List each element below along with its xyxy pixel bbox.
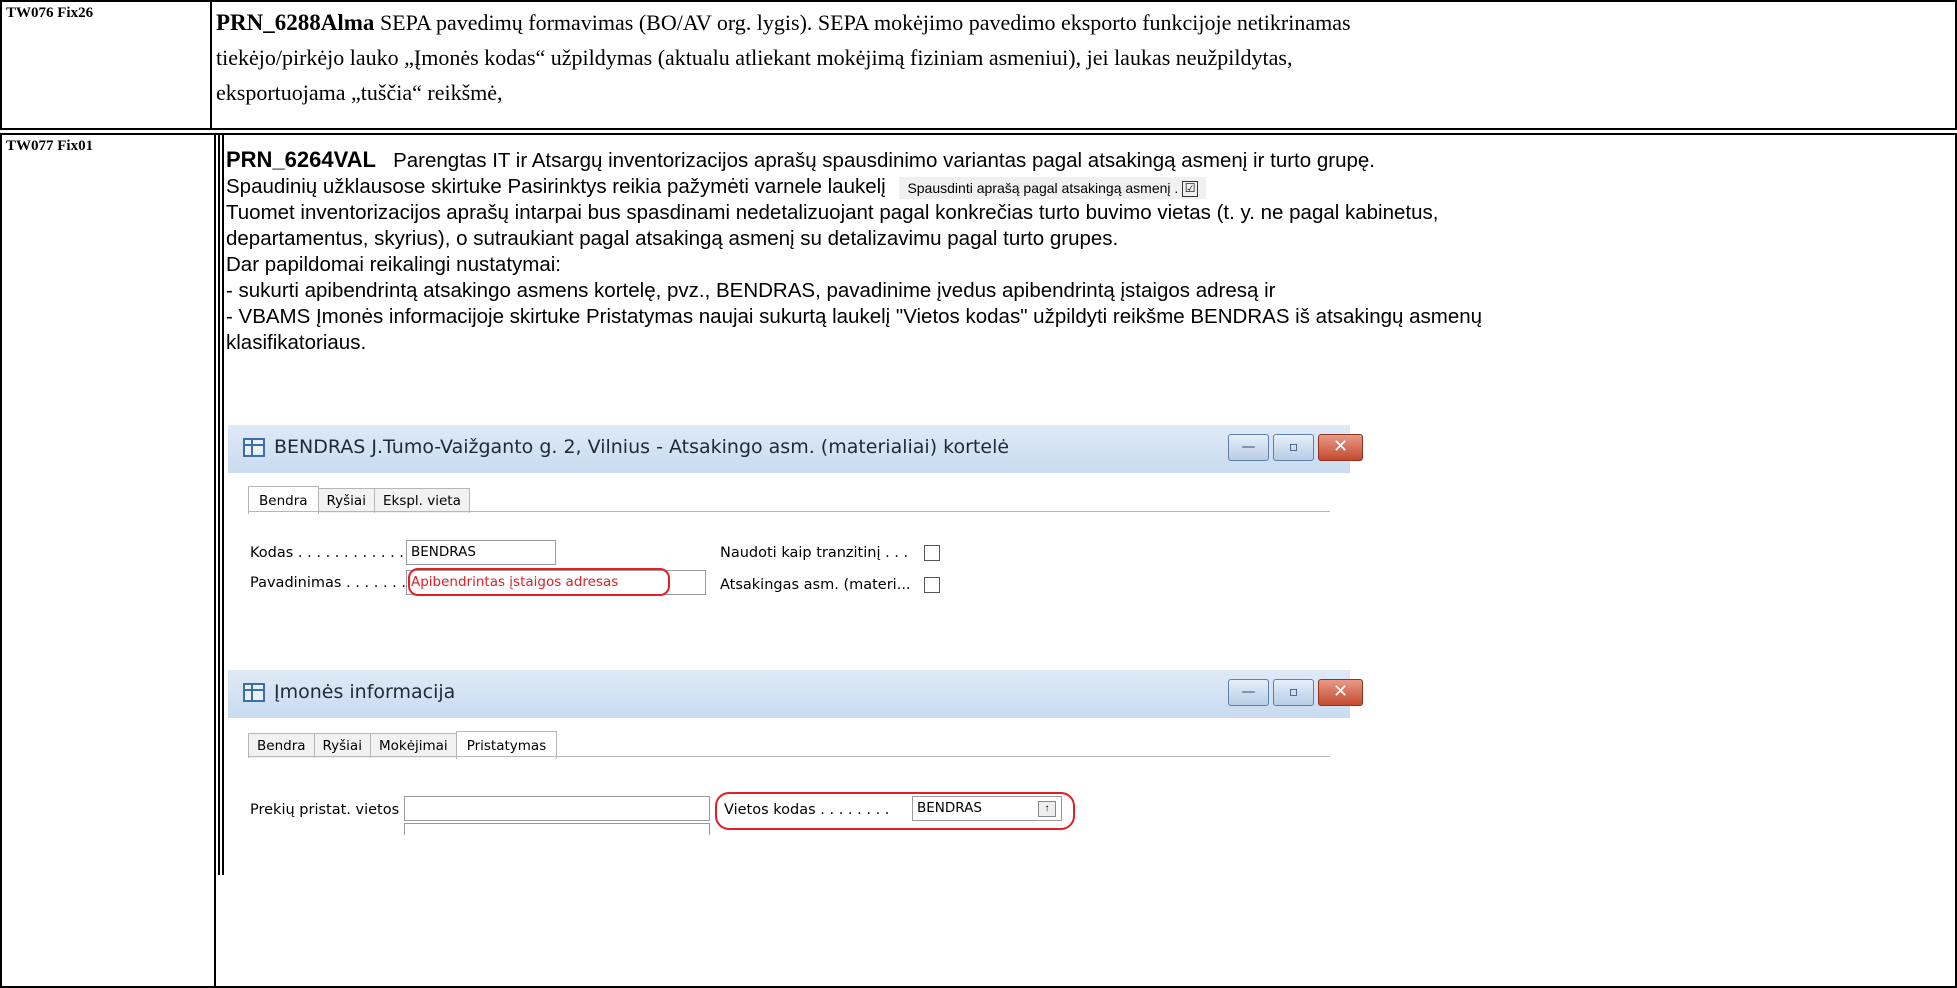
close-button[interactable]: ✕ — [1318, 434, 1363, 461]
checked-checkbox-icon: ☑ — [1182, 180, 1199, 197]
restore-button[interactable]: ▫ — [1273, 434, 1314, 461]
task-code: PRN_6264VAL — [226, 147, 376, 172]
description-line: Parengtas IT ir Atsargų inventorizacijos… — [393, 149, 1375, 172]
row-id-cell: TW076 Fix26 — [2, 2, 212, 128]
highlight-oval — [408, 568, 670, 596]
tab-ekspl-vieta[interactable]: Ekspl. vieta — [373, 488, 470, 513]
prekiu-pristat-field[interactable] — [404, 796, 710, 821]
close-button[interactable]: ✕ — [1318, 679, 1363, 706]
row-description: PRN_6288Alma SEPA pavedimų formavimas (B… — [216, 5, 1936, 110]
cell-divider — [214, 135, 216, 986]
row-description: PRN_6264VAL Parengtas IT ir Atsargų inve… — [226, 147, 1946, 356]
description-line: klasifikatoriaus. — [226, 331, 367, 354]
window-title: Įmonės informacija — [274, 681, 456, 703]
document-table: TW076 Fix26 PRN_6288Alma SEPA pavedimų f… — [0, 0, 1957, 988]
card-panel: Bendra Ryšiai Ekspl. vieta Kodas . . . . .… — [228, 473, 1350, 622]
table-row: TW076 Fix26 PRN_6288Alma SEPA pavedimų f… — [0, 0, 1957, 130]
description-line: departamentus, skyrius), o sutraukiant p… — [226, 227, 1119, 250]
description-line: - VBAMS Įmonės informacijoje skirtuke Pr… — [226, 305, 1483, 328]
description-line: Dar papildomai reikalingi nustatymai: — [226, 253, 561, 276]
restore-button[interactable]: ▫ — [1273, 679, 1314, 706]
minimize-button[interactable]: — — [1228, 434, 1269, 461]
cell-divider — [222, 135, 224, 875]
atsakingas-checkbox[interactable] — [924, 577, 940, 593]
tranzit-label: Naudoti kaip tranzitinį . . . — [720, 545, 909, 561]
tab-strip: Bendra Ryšiai Ekspl. vieta — [248, 485, 470, 514]
card-window-screenshot: BENDRAS J.Tumo-Vaižganto g. 2, Vilnius -… — [228, 425, 1363, 622]
cell-divider — [218, 135, 220, 875]
description-line: tiekėjo/pirkėjo lauko „Įmonės kodas“ užp… — [216, 45, 1293, 70]
tab-strip: Bendra Ryšiai Mokėjimai Pristatymas — [248, 730, 558, 759]
description-line: Tuomet inventorizacijos aprašų intarpai … — [226, 201, 1439, 224]
tab-divider — [248, 756, 1330, 757]
tab-mokejimai[interactable]: Mokėjimai — [369, 733, 457, 758]
window-title: BENDRAS J.Tumo-Vaižganto g. 2, Vilnius -… — [274, 436, 1010, 458]
tranzit-checkbox[interactable] — [924, 545, 940, 561]
tab-pristatymas[interactable]: Pristatymas — [455, 731, 558, 759]
description-line: eksportuojama „tuščia“ reikšmė, — [216, 80, 503, 105]
description-line: SEPA pavedimų formavimas (BO/AV org. lyg… — [379, 10, 1351, 35]
pavadinimas-label: Pavadinimas . . . . . . . . — [250, 575, 416, 591]
window-titlebar: BENDRAS J.Tumo-Vaižganto g. 2, Vilnius -… — [228, 425, 1363, 473]
option-chip-label: Spausdinti aprašą pagal atsakingą asmenį — [907, 179, 1171, 196]
card-panel: Bendra Ryšiai Mokėjimai Pristatymas Prekių … — [228, 718, 1350, 835]
option-chip-suffix: . — [1174, 179, 1179, 196]
tab-bendra[interactable]: Bendra — [248, 733, 315, 758]
tab-bendra[interactable]: Bendra — [248, 486, 319, 514]
task-code: PRN_6288Alma — [216, 10, 375, 35]
highlight-oval — [715, 792, 1075, 830]
window-titlebar: Įmonės informacija — ▫ ✕ — [228, 670, 1363, 718]
minimize-button[interactable]: — — [1228, 679, 1269, 706]
kodas-field[interactable]: BENDRAS — [406, 540, 556, 565]
row-id-cell: TW077 Fix01 — [6, 138, 94, 154]
atsakingas-label: Atsakingas asm. (materi... — [720, 577, 911, 593]
tab-rysiai[interactable]: Ryšiai — [317, 488, 375, 513]
table-icon — [243, 438, 265, 457]
tab-divider — [248, 511, 1330, 512]
description-line: - sukurti apibendrintą atsakingo asmens … — [226, 279, 1276, 302]
description-line: Spaudinių užklausose skirtuke Pasirinkty… — [226, 175, 886, 198]
company-info-window-screenshot: Įmonės informacija — ▫ ✕ Bendra Ryšiai Mok… — [228, 670, 1363, 835]
kodas-label: Kodas . . . . . . . . . . . . — [250, 545, 404, 561]
table-icon — [243, 683, 265, 702]
option-chip: Spausdinti aprašą pagal atsakingą asmenį… — [899, 176, 1207, 199]
tab-rysiai[interactable]: Ryšiai — [313, 733, 371, 758]
prekiu-pristat-field-2[interactable] — [404, 823, 710, 835]
